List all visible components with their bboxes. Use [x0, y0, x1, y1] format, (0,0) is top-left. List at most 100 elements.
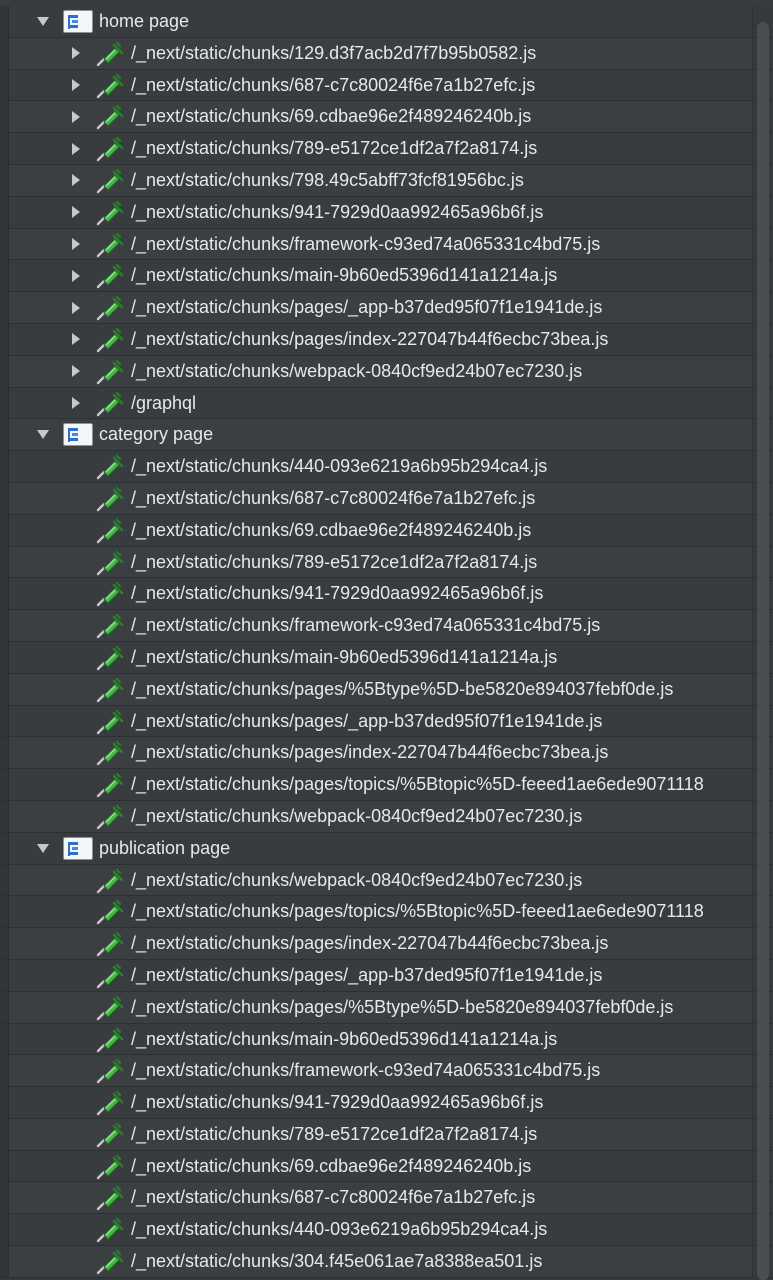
triangle-down-icon[interactable]	[37, 843, 49, 853]
http-sampler-icon	[95, 740, 125, 766]
row-gutter	[0, 1214, 9, 1246]
triangle-right-icon[interactable]	[72, 365, 80, 378]
row-gutter	[0, 419, 9, 451]
sampler-label: /_next/static/chunks/789-e5172ce1df2a7f2…	[131, 1123, 538, 1144]
tree-sampler-row[interactable]: /graphql	[0, 387, 773, 420]
tree-sampler-row[interactable]: /_next/static/chunks/687-c7c80024f6e7a1b…	[0, 69, 773, 102]
expand-toggle-icon[interactable]	[36, 419, 50, 450]
row-gutter	[0, 641, 9, 673]
tree-sampler-row[interactable]: /_next/static/chunks/129.d3f7acb2d7f7b95…	[0, 37, 773, 70]
tree-sampler-row[interactable]: /_next/static/chunks/941-7929d0aa992465a…	[0, 196, 773, 229]
expand-toggle-icon[interactable]	[69, 356, 83, 387]
sampler-label: /_next/static/chunks/440-093e6219a6b95b2…	[131, 456, 548, 477]
tree-sampler-row[interactable]: /_next/static/chunks/main-9b60ed5396d141…	[0, 1023, 773, 1056]
tree-sampler-row[interactable]: /_next/static/chunks/framework-c93ed74a0…	[0, 1055, 773, 1088]
expand-toggle-icon[interactable]	[69, 133, 83, 164]
expand-toggle-icon[interactable]	[69, 229, 83, 260]
expand-toggle-icon[interactable]	[69, 260, 83, 291]
expand-toggle-icon[interactable]	[69, 197, 83, 228]
expand-toggle-icon[interactable]	[69, 165, 83, 196]
triangle-right-icon[interactable]	[72, 174, 80, 187]
row-gutter	[0, 705, 9, 737]
tree-sampler-row[interactable]: /_next/static/chunks/webpack-0840cf9ed24…	[0, 800, 773, 833]
tree-sampler-row[interactable]: /_next/static/chunks/framework-c93ed74a0…	[0, 228, 773, 261]
row-gutter	[0, 737, 9, 769]
triangle-right-icon[interactable]	[72, 206, 80, 219]
triangle-down-icon[interactable]	[37, 17, 49, 26]
tree-sampler-row[interactable]: /_next/static/chunks/pages/_app-b37ded95…	[0, 705, 773, 738]
row-gutter	[0, 387, 9, 419]
sampler-label: /_next/static/chunks/main-9b60ed5396d141…	[131, 265, 558, 286]
triangle-right-icon[interactable]	[72, 269, 80, 282]
tree-sampler-row[interactable]: /_next/static/chunks/69.cdbae96e2f489246…	[0, 1150, 773, 1183]
triangle-right-icon[interactable]	[72, 397, 80, 410]
tree-sampler-row[interactable]: /_next/static/chunks/webpack-0840cf9ed24…	[0, 864, 773, 897]
triangle-right-icon[interactable]	[72, 333, 80, 346]
triangle-right-icon[interactable]	[72, 238, 80, 251]
tree-sampler-row[interactable]: /_next/static/chunks/pages/topics/%5Btop…	[0, 896, 773, 929]
http-sampler-icon	[95, 613, 125, 639]
tree-sampler-row[interactable]: /_next/static/chunks/framework-c93ed74a0…	[0, 610, 773, 642]
tree-sampler-row[interactable]: /_next/static/chunks/687-c7c80024f6e7a1b…	[0, 1182, 773, 1215]
tree-sampler-row[interactable]: /_next/static/chunks/webpack-0840cf9ed24…	[0, 355, 773, 388]
sampler-label: /_next/static/chunks/941-7929d0aa992465a…	[131, 201, 544, 222]
triangle-right-icon[interactable]	[72, 110, 80, 123]
sampler-label: /_next/static/chunks/798.49c5abff73fcf81…	[131, 169, 524, 190]
tree-sampler-row[interactable]: /_next/static/chunks/pages/%5Btype%5D-be…	[0, 991, 773, 1024]
expand-toggle-icon[interactable]	[36, 833, 50, 864]
triangle-right-icon[interactable]	[72, 301, 80, 314]
triangle-down-icon[interactable]	[37, 430, 49, 440]
tree-sampler-row[interactable]: /_next/static/chunks/941-7929d0aa992465a…	[0, 1087, 773, 1119]
expand-toggle-icon[interactable]	[36, 6, 50, 37]
tree-sampler-row[interactable]: /_next/static/chunks/304.f45e061ae7a8388…	[0, 1246, 773, 1278]
tree-sampler-row[interactable]: /_next/static/chunks/pages/topics/%5Btop…	[0, 769, 773, 801]
tree-sampler-row[interactable]: /_next/static/chunks/pages/index-227047b…	[0, 323, 773, 356]
tree-group-row[interactable]: category page	[0, 419, 773, 452]
tree-sampler-row[interactable]: /_next/static/chunks/789-e5172ce1df2a7f2…	[0, 1118, 773, 1151]
sampler-label: /_next/static/chunks/789-e5172ce1df2a7f2…	[131, 551, 538, 572]
tree-sampler-row[interactable]: /_next/static/chunks/789-e5172ce1df2a7f2…	[0, 133, 773, 165]
tree-group-row[interactable]: publication page	[0, 832, 773, 865]
tree-sampler-row[interactable]: /_next/static/chunks/69.cdbae96e2f489246…	[0, 514, 773, 547]
triangle-right-icon[interactable]	[72, 47, 80, 60]
row-gutter	[0, 800, 9, 832]
row-gutter	[0, 1150, 9, 1182]
tree-sampler-row[interactable]: /_next/static/chunks/69.cdbae96e2f489246…	[0, 101, 773, 134]
row-gutter	[0, 101, 9, 133]
row-gutter	[0, 1118, 9, 1150]
tree-sampler-row[interactable]: /_next/static/chunks/main-9b60ed5396d141…	[0, 641, 773, 674]
triangle-right-icon[interactable]	[72, 142, 80, 155]
sampler-label: /_next/static/chunks/941-7929d0aa992465a…	[131, 1092, 544, 1113]
thread-group-label: home page	[99, 11, 190, 31]
http-sampler-icon	[95, 550, 125, 576]
tree-sampler-row[interactable]: /_next/static/chunks/pages/%5Btype%5D-be…	[0, 673, 773, 706]
tree-group-row[interactable]: home page	[0, 6, 773, 38]
tree-sampler-row[interactable]: /_next/static/chunks/pages/_app-b37ded95…	[0, 959, 773, 992]
sampler-label: /_next/static/chunks/pages/topics/%5Btop…	[131, 901, 704, 922]
expand-toggle-icon[interactable]	[69, 388, 83, 419]
tree-sampler-row[interactable]: /_next/static/chunks/798.49c5abff73fcf81…	[0, 164, 773, 197]
row-gutter	[0, 928, 9, 959]
tree-sampler-row[interactable]: /_next/static/chunks/main-9b60ed5396d141…	[0, 260, 773, 293]
tree-sampler-row[interactable]: /_next/static/chunks/440-093e6219a6b95b2…	[0, 451, 773, 483]
row-gutter	[0, 482, 9, 514]
http-sampler-icon	[95, 868, 125, 894]
tree-sampler-row[interactable]: /_next/static/chunks/789-e5172ce1df2a7f2…	[0, 546, 773, 579]
http-sampler-icon	[95, 200, 125, 226]
expand-toggle-icon[interactable]	[69, 70, 83, 101]
sampler-label: /_next/static/chunks/pages/_app-b37ded95…	[131, 710, 603, 731]
tree-sampler-row[interactable]: /_next/static/chunks/687-c7c80024f6e7a1b…	[0, 482, 773, 515]
expand-toggle-icon[interactable]	[69, 38, 83, 69]
tree-sampler-row[interactable]: /_next/static/chunks/pages/index-227047b…	[0, 928, 773, 960]
expand-toggle-icon[interactable]	[69, 324, 83, 355]
tree-sampler-row[interactable]: /_next/static/chunks/941-7929d0aa992465a…	[0, 578, 773, 611]
vertical-scrollbar[interactable]	[757, 22, 769, 1280]
tree-sampler-row[interactable]: /_next/static/chunks/pages/index-227047b…	[0, 737, 773, 770]
tree-sampler-row[interactable]: /_next/static/chunks/440-093e6219a6b95b2…	[0, 1214, 773, 1247]
expand-toggle-icon[interactable]	[69, 101, 83, 132]
sampler-label: /_next/static/chunks/webpack-0840cf9ed24…	[131, 869, 583, 890]
expand-toggle-icon[interactable]	[69, 292, 83, 323]
http-sampler-icon	[95, 995, 125, 1021]
triangle-right-icon[interactable]	[72, 79, 80, 92]
tree-sampler-row[interactable]: /_next/static/chunks/pages/_app-b37ded95…	[0, 292, 773, 324]
